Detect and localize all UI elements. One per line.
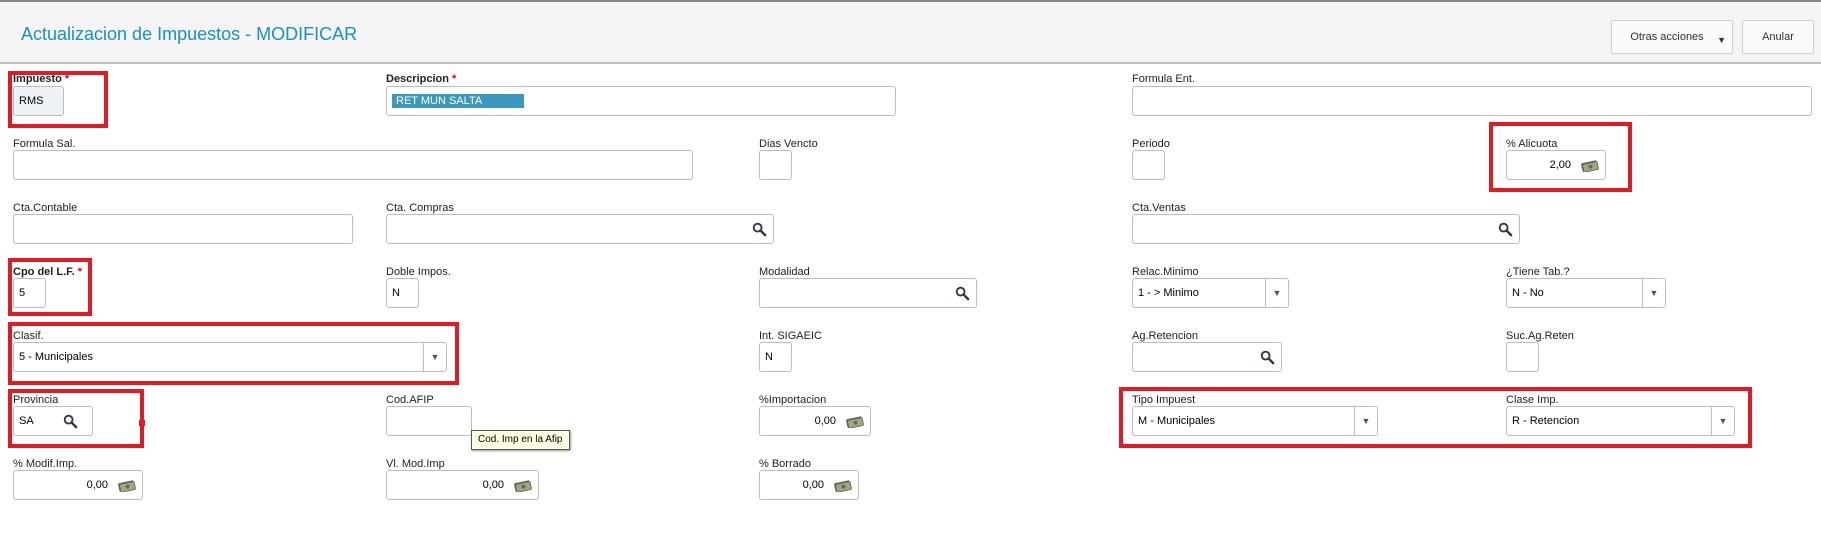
modif-imp-field[interactable]: 0,00 <box>13 470 143 500</box>
more-actions-button[interactable]: Otras acciones ▼ <box>1611 20 1733 54</box>
ag-retencion-label: Ag.Retencion <box>1132 330 1199 342</box>
cancel-button[interactable]: Anular <box>1742 20 1814 54</box>
chevron-down-icon[interactable]: ▼ <box>1642 279 1665 307</box>
formula-sal-label: Formula Sal. <box>13 138 76 150</box>
cta-ventas-field[interactable] <box>1132 214 1520 244</box>
cta-contable-label: Cta.Contable <box>13 202 78 214</box>
borrado-label: % Borrado <box>759 458 811 470</box>
page-header: Actualizacion de Impuestos - MODIFICAR O… <box>0 0 1821 64</box>
dias-vencto-label: Dias Vencto <box>759 138 818 150</box>
money-icon[interactable] <box>834 479 852 492</box>
vl-mod-imp-label: Vl. Mod.Imp <box>386 458 445 470</box>
cod-afip-label: Cod.AFIP <box>386 394 434 406</box>
relac-minimo-select[interactable]: 1 - > Minimo ▼ <box>1132 278 1289 308</box>
highlight-tipo-clase <box>1119 387 1752 448</box>
int-sigaeic-label: Int. SIGAEIC <box>759 330 822 342</box>
highlight-clasif <box>8 322 459 385</box>
money-icon[interactable] <box>118 479 136 492</box>
formula-ent-label: Formula Ent. <box>1132 73 1195 85</box>
highlight-marker <box>139 420 145 426</box>
suc-ag-reten-label: Suc.Ag.Reten <box>1506 330 1574 342</box>
periodo-label: Periodo <box>1132 138 1170 150</box>
cta-compras-label: Cta. Compras <box>386 202 454 214</box>
cod-afip-field[interactable] <box>386 406 472 436</box>
descripcion-label: Descripcion * <box>386 73 457 85</box>
search-icon[interactable] <box>955 286 970 301</box>
cta-ventas-label: Cta.Ventas <box>1132 202 1186 214</box>
modalidad-label: Modalidad <box>759 266 810 278</box>
cta-compras-field[interactable] <box>386 214 774 244</box>
descripcion-field[interactable]: RET MUN SALTA <box>386 86 896 116</box>
money-icon[interactable] <box>846 415 864 428</box>
highlight-impuesto <box>8 71 108 128</box>
highlight-cpo-lf <box>8 258 92 316</box>
chevron-down-icon: ▼ <box>1717 35 1726 45</box>
relac-minimo-label: Relac.Minimo <box>1132 266 1199 278</box>
formula-ent-field[interactable] <box>1132 86 1812 116</box>
search-icon[interactable] <box>752 222 767 237</box>
chevron-down-icon[interactable]: ▼ <box>1265 279 1288 307</box>
borrado-field[interactable]: 0,00 <box>759 470 859 500</box>
ag-retencion-field[interactable] <box>1132 342 1282 372</box>
importacion-label: %Importacion <box>759 394 827 406</box>
vl-mod-imp-field[interactable]: 0,00 <box>386 470 539 500</box>
search-icon[interactable] <box>1498 222 1513 237</box>
descripcion-selected-text: RET MUN SALTA <box>392 94 524 108</box>
dias-vencto-field[interactable] <box>759 150 792 180</box>
search-icon[interactable] <box>1260 350 1275 365</box>
doble-impos-label: Doble Impos. <box>386 266 451 278</box>
suc-ag-reten-field[interactable] <box>1506 342 1539 372</box>
tiene-tab-label: ¿Tiene Tab.? <box>1506 266 1570 278</box>
periodo-field[interactable] <box>1132 150 1165 180</box>
int-sigaeic-field[interactable]: N <box>759 342 792 372</box>
page-title: Actualizacion de Impuestos - MODIFICAR <box>21 24 358 44</box>
importacion-field[interactable]: 0,00 <box>759 406 871 436</box>
cta-contable-field[interactable] <box>13 214 353 244</box>
money-icon[interactable] <box>514 479 532 492</box>
cod-afip-tooltip: Cod. Imp en la Afip <box>471 430 570 450</box>
more-actions-label: Otras acciones <box>1630 31 1704 43</box>
highlight-provincia <box>8 389 144 448</box>
modif-imp-label: % Modif.Imp. <box>13 458 78 470</box>
modalidad-field[interactable] <box>759 278 977 308</box>
highlight-alicuota <box>1489 122 1632 192</box>
formula-sal-field[interactable] <box>13 150 693 180</box>
tiene-tab-select[interactable]: N - No ▼ <box>1506 278 1666 308</box>
doble-impos-field[interactable]: N <box>386 278 419 308</box>
